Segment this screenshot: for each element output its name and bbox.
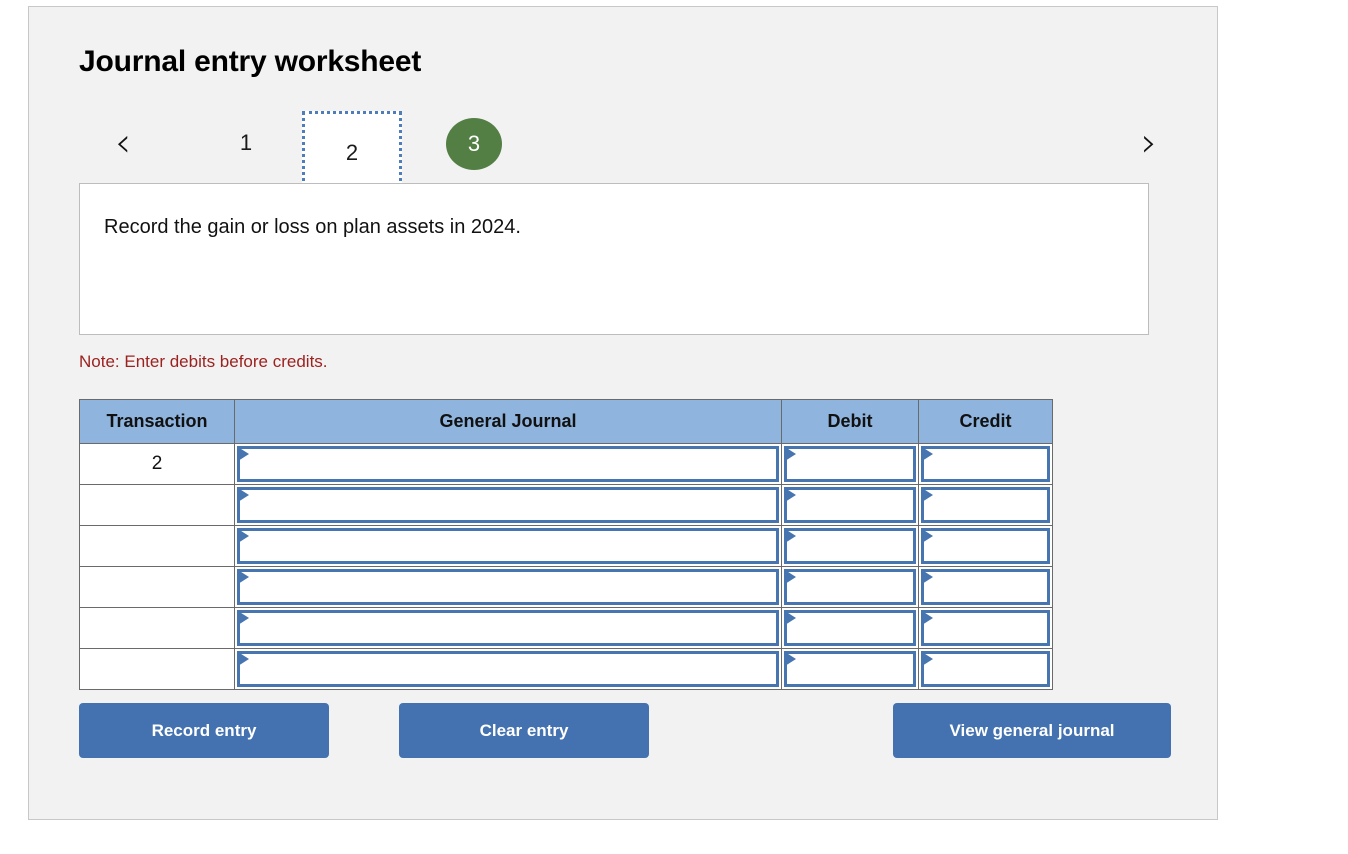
general-journal-input-cell[interactable] (234, 648, 782, 690)
transaction-number-cell (79, 648, 235, 690)
instruction-panel: Record the gain or loss on plan assets i… (79, 183, 1149, 335)
column-header-transaction: Transaction (79, 399, 235, 444)
pager-step-3[interactable]: 3 (446, 118, 502, 170)
debit-input[interactable] (784, 651, 916, 687)
credit-input[interactable] (921, 569, 1050, 605)
credit-input[interactable] (921, 651, 1050, 687)
page-title: Journal entry worksheet (79, 45, 422, 78)
credit-input[interactable] (921, 528, 1050, 564)
table-row: 2 (79, 443, 1053, 485)
page-root: Journal entry worksheet ‹ 1 2 3 › Record… (0, 0, 1348, 854)
pager-step-2[interactable]: 2 (302, 111, 402, 189)
view-general-journal-button[interactable]: View general journal (893, 703, 1171, 758)
credit-input-cell[interactable] (918, 443, 1053, 485)
pager-step-1[interactable]: 1 (209, 115, 283, 171)
credit-input[interactable] (921, 610, 1050, 646)
transaction-number-cell (79, 566, 235, 608)
debit-input-cell[interactable] (781, 566, 919, 608)
debit-input-cell[interactable] (781, 648, 919, 690)
worksheet-pager: ‹ 1 2 3 › (79, 105, 1169, 189)
clear-entry-button[interactable]: Clear entry (399, 703, 649, 758)
debit-input[interactable] (784, 487, 916, 523)
general-journal-input[interactable] (237, 651, 779, 687)
credit-input[interactable] (921, 446, 1050, 482)
transaction-number-cell (79, 607, 235, 649)
debit-input[interactable] (784, 610, 916, 646)
table-row (79, 607, 1053, 649)
transaction-number-cell (79, 525, 235, 567)
table-row (79, 566, 1053, 608)
credit-input-cell[interactable] (918, 648, 1053, 690)
record-entry-button[interactable]: Record entry (79, 703, 329, 758)
table-row (79, 648, 1053, 690)
debit-input[interactable] (784, 528, 916, 564)
general-journal-input[interactable] (237, 487, 779, 523)
credit-input-cell[interactable] (918, 525, 1053, 567)
debit-input[interactable] (784, 569, 916, 605)
debit-input-cell[interactable] (781, 607, 919, 649)
general-journal-input[interactable] (237, 446, 779, 482)
general-journal-input-cell[interactable] (234, 484, 782, 526)
journal-entry-table: Transaction General Journal Debit Credit… (79, 399, 1053, 690)
instruction-text: Record the gain or loss on plan assets i… (104, 216, 521, 238)
transaction-number-cell (79, 484, 235, 526)
credit-input[interactable] (921, 487, 1050, 523)
debit-input[interactable] (784, 446, 916, 482)
chevron-right-icon[interactable]: › (1129, 113, 1169, 173)
debit-input-cell[interactable] (781, 443, 919, 485)
table-row (79, 525, 1053, 567)
debit-input-cell[interactable] (781, 525, 919, 567)
chevron-left-icon[interactable]: ‹ (103, 113, 143, 173)
debit-input-cell[interactable] (781, 484, 919, 526)
table-row (79, 484, 1053, 526)
general-journal-input-cell[interactable] (234, 525, 782, 567)
column-header-general-journal: General Journal (234, 399, 782, 444)
transaction-number-cell: 2 (79, 443, 235, 485)
credit-input-cell[interactable] (918, 566, 1053, 608)
general-journal-input[interactable] (237, 528, 779, 564)
general-journal-input-cell[interactable] (234, 607, 782, 649)
general-journal-input-cell[interactable] (234, 566, 782, 608)
journal-entry-card: Journal entry worksheet ‹ 1 2 3 › Record… (28, 6, 1218, 820)
debits-before-credits-note: Note: Enter debits before credits. (79, 352, 328, 371)
table-header-row: Transaction General Journal Debit Credit (79, 399, 1053, 444)
general-journal-input[interactable] (237, 610, 779, 646)
column-header-debit: Debit (781, 399, 919, 444)
column-header-credit: Credit (918, 399, 1053, 444)
general-journal-input[interactable] (237, 569, 779, 605)
credit-input-cell[interactable] (918, 607, 1053, 649)
general-journal-input-cell[interactable] (234, 443, 782, 485)
credit-input-cell[interactable] (918, 484, 1053, 526)
